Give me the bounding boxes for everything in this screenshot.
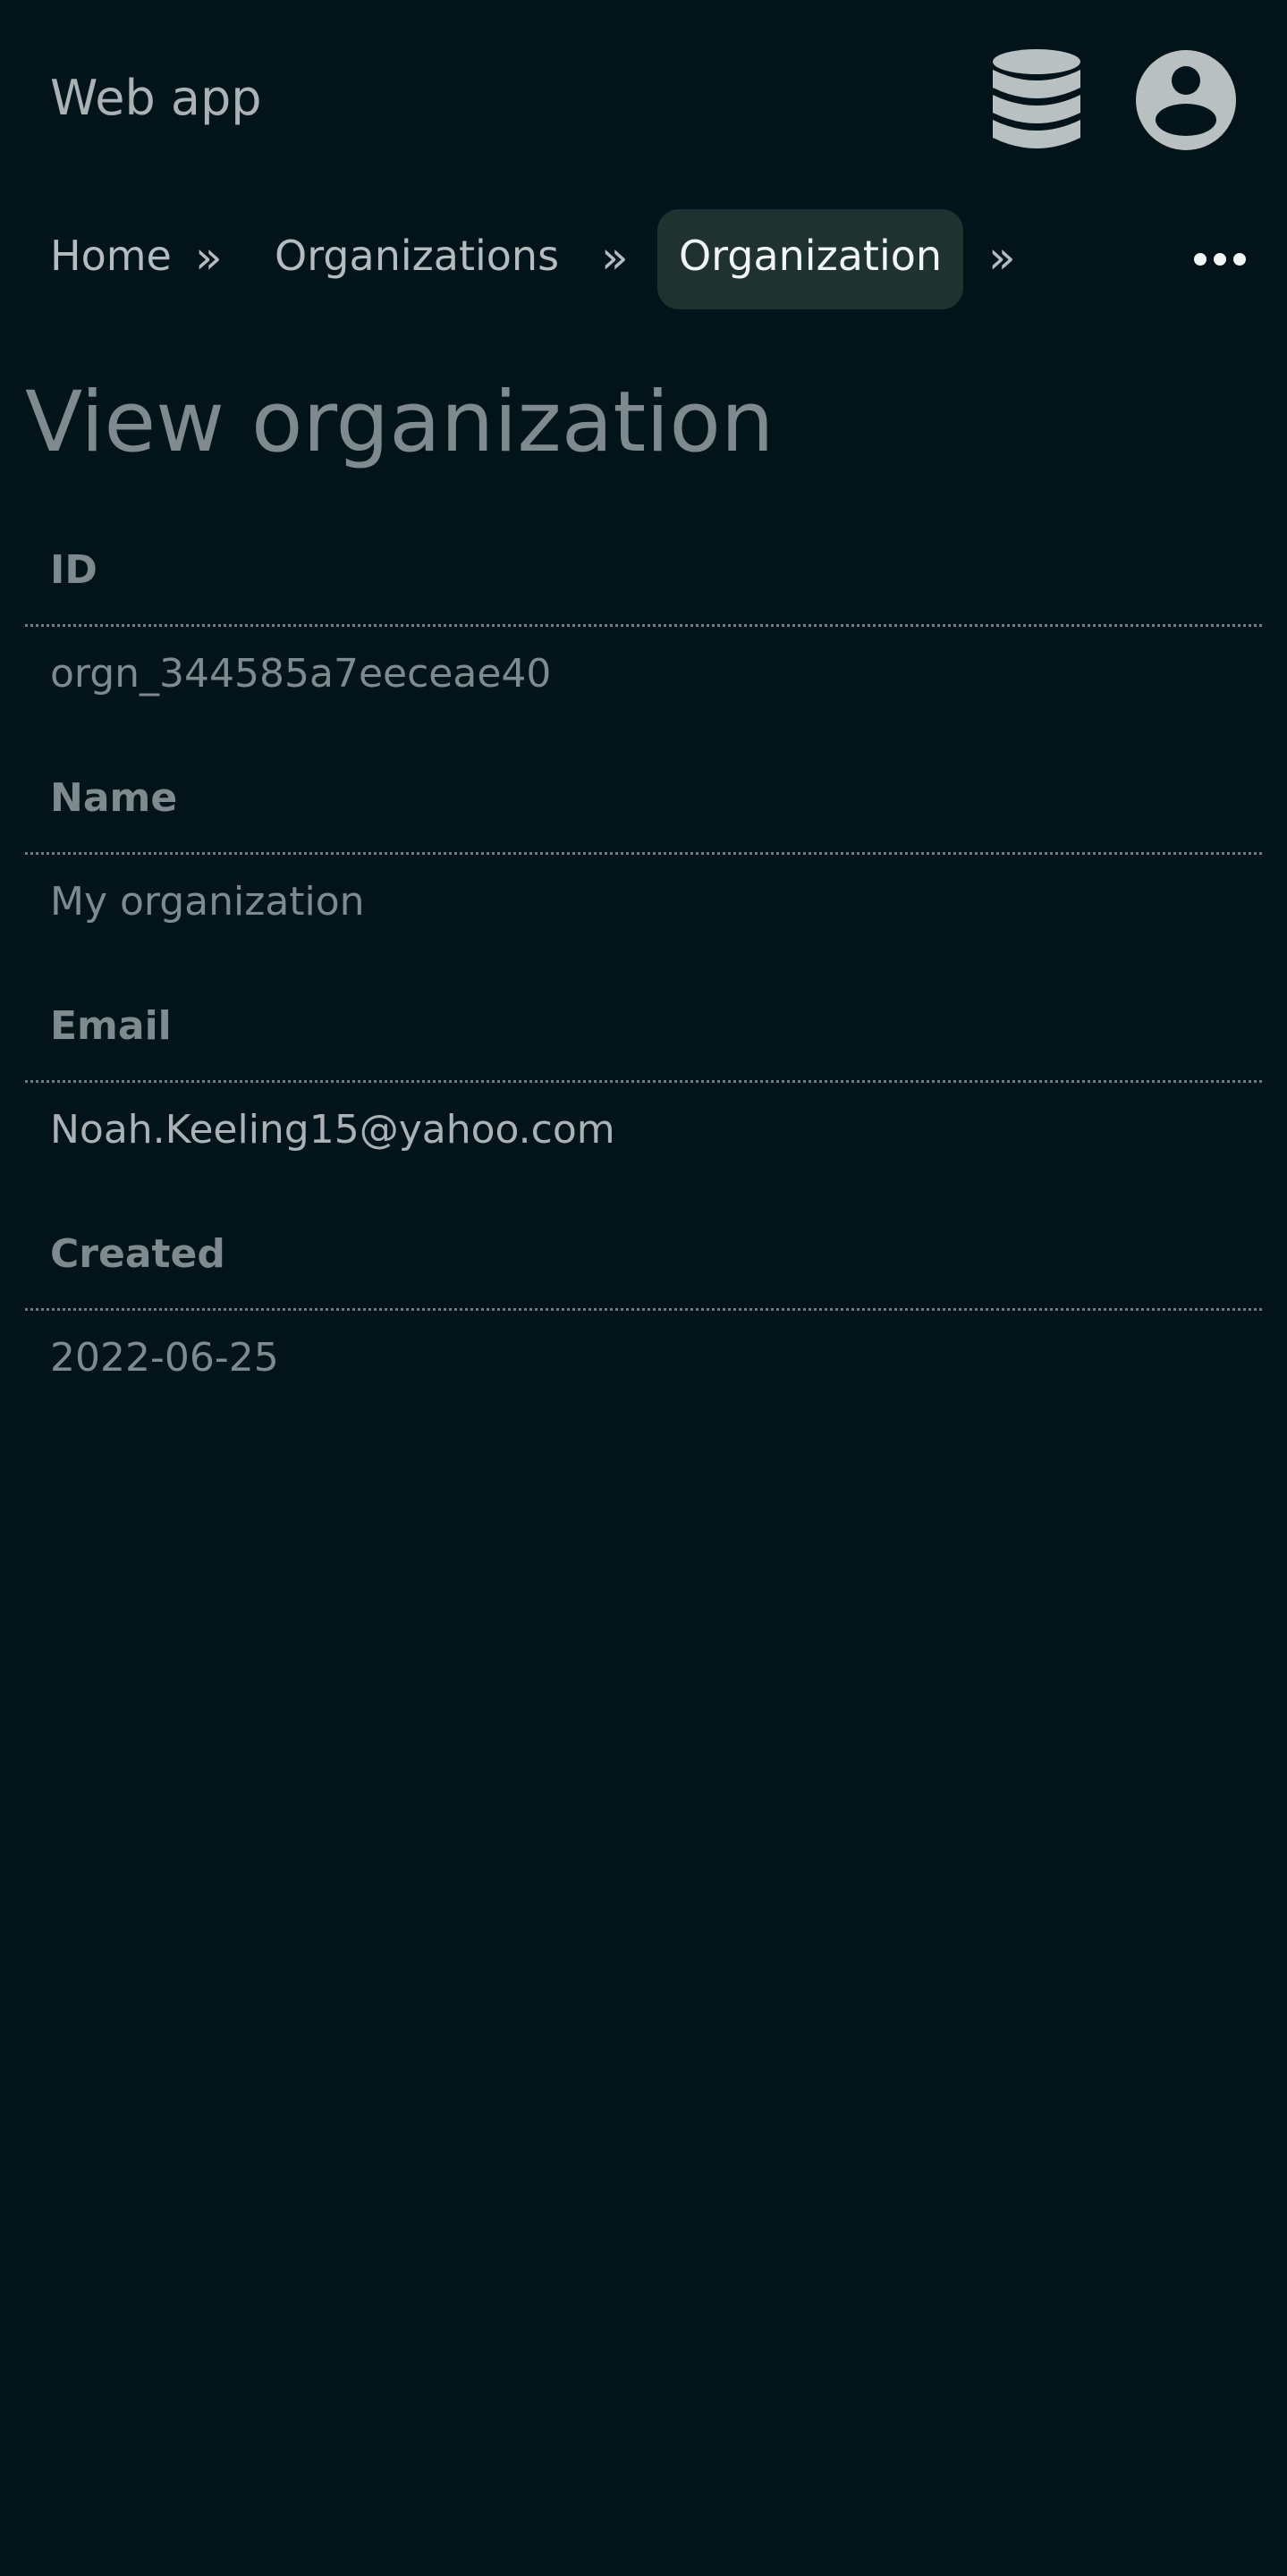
- divider: [25, 1308, 1262, 1311]
- database-icon[interactable]: [991, 48, 1082, 152]
- app-title[interactable]: Web app: [50, 70, 262, 127]
- breadcrumb-separator: »: [601, 232, 629, 283]
- field-value-created: 2022-06-25: [50, 1335, 279, 1381]
- field-label-name: Name: [50, 775, 178, 821]
- ellipsis-icon[interactable]: [1193, 247, 1247, 272]
- divider: [25, 624, 1262, 627]
- breadcrumb-separator: »: [195, 232, 223, 283]
- page-title: View organization: [25, 374, 775, 471]
- field-value-id: orgn_344585a7eeceae40: [50, 651, 552, 697]
- breadcrumb-separator: »: [988, 232, 1016, 283]
- field-label-id: ID: [50, 547, 97, 593]
- app-header: Web app: [0, 0, 1287, 197]
- divider: [25, 852, 1262, 855]
- breadcrumb-organizations[interactable]: Organizations: [275, 209, 559, 309]
- user-avatar-icon[interactable]: [1136, 50, 1236, 150]
- divider: [25, 1080, 1262, 1083]
- breadcrumb-organization-current[interactable]: Organization: [657, 209, 963, 309]
- breadcrumb: Home » Organizations » Organization »: [0, 209, 1287, 309]
- field-value-email: Noah.Keeling15@yahoo.com: [50, 1107, 615, 1153]
- breadcrumb-home[interactable]: Home: [50, 209, 172, 309]
- field-value-name: My organization: [50, 879, 365, 925]
- field-label-created: Created: [50, 1231, 225, 1277]
- field-label-email: Email: [50, 1003, 172, 1049]
